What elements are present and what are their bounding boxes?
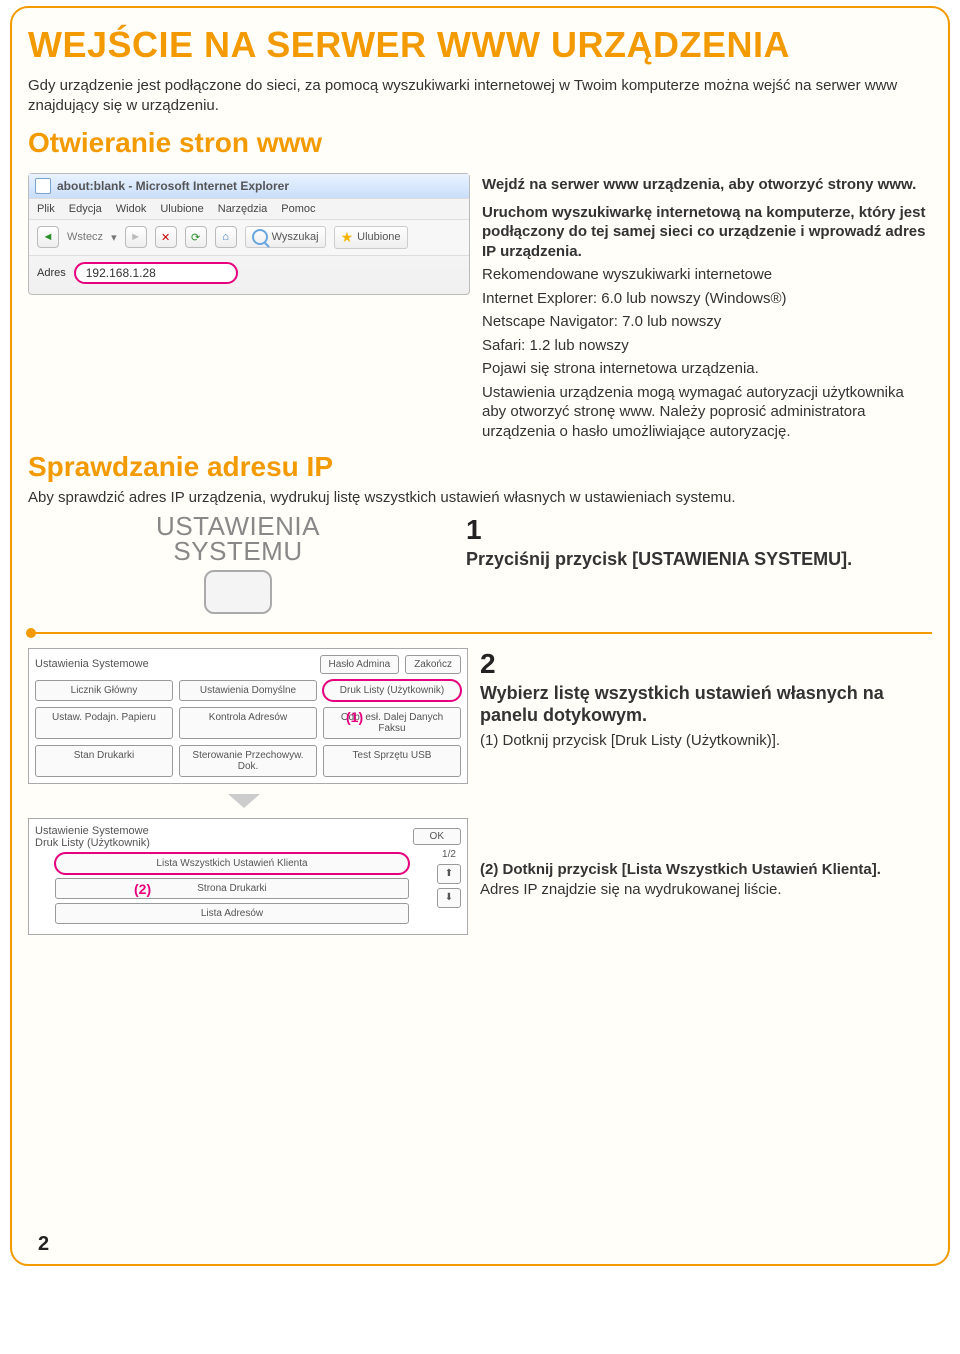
browser-menubar[interactable]: Plik Edycja Widok Ulubione Narzędzia Pom… <box>29 198 469 220</box>
forward-button[interactable]: ► <box>125 226 147 248</box>
menu-edit[interactable]: Edycja <box>69 203 102 215</box>
browser-title-text: about:blank - Microsoft Internet Explore… <box>57 179 289 193</box>
browser-screenshot: about:blank - Microsoft Internet Explore… <box>28 173 470 295</box>
search-chip[interactable]: Wyszukaj <box>245 226 326 248</box>
instr-step1-head: Uruchom wyszukiwarkę internetową na komp… <box>482 203 932 262</box>
browser-address-row: Adres 192.168.1.28 <box>29 256 469 294</box>
back-button[interactable]: ◄ <box>37 226 59 248</box>
cell-default-settings[interactable]: Ustawienia Domyślne <box>179 680 317 701</box>
system-settings-key: USTAWIENIA SYSTEMU <box>28 514 448 613</box>
check-intro-text: Aby sprawdzić adres IP urządzenia, wydru… <box>28 489 932 506</box>
callout-marker-1: (1) <box>346 710 363 725</box>
cell-address-control[interactable]: Kontrola Adresów <box>179 707 317 739</box>
refresh-button[interactable]: ⟳ <box>185 226 207 248</box>
back-dropdown-icon[interactable]: ▾ <box>111 231 117 244</box>
cell-main-counter[interactable]: Licznik Główny <box>35 680 173 701</box>
close-button[interactable]: Zakończ <box>405 655 461 674</box>
callout-marker-2: (2) <box>134 881 151 897</box>
back-label: Wstecz <box>67 231 103 243</box>
cell-printer-status[interactable]: Stan Drukarki <box>35 745 173 777</box>
menu-help[interactable]: Pomoc <box>281 203 315 215</box>
page-icon <box>35 178 51 194</box>
ok-button[interactable]: OK <box>413 828 461 845</box>
list-item-printer-page-label: Strona Drukarki <box>197 883 266 894</box>
search-icon <box>252 229 268 245</box>
intro-text: Gdy urządzenie jest podłączone do sieci,… <box>28 76 932 117</box>
list-item-all-settings[interactable]: Lista Wszystkich Ustawień Klienta <box>55 853 409 874</box>
pager-down-button[interactable]: ⬇ <box>437 888 461 908</box>
instructions-column: Wejdź na serwer www urządzenia, aby otwo… <box>482 165 932 446</box>
panel1-title: Ustawienia Systemowe <box>35 658 149 670</box>
step1-heading: Przyciśnij przycisk [USTAWIENIA SYSTEMU]… <box>466 548 932 571</box>
list-item-printer-page[interactable]: Strona Drukarki (2) <box>55 878 409 899</box>
favorites-label: Ulubione <box>357 231 400 243</box>
arrow-down-icon <box>228 794 260 808</box>
step2-number: 2 <box>480 648 932 680</box>
panel2-title: Ustawienie Systemowe <box>35 825 150 837</box>
step2-note: Adres IP znajdzie się na wydrukowanej li… <box>480 880 932 900</box>
page-frame: WEJŚCIE NA SERWER WWW URZĄDZENIA Gdy urz… <box>10 6 950 1266</box>
instr-reco-ie: Internet Explorer: 6.0 lub nowszy (Windo… <box>482 289 932 309</box>
cell-print-list-user-label: Druk Listy (Użytkownik) <box>326 685 458 696</box>
pager-page-indicator: 1/2 <box>442 849 456 860</box>
address-value[interactable]: 192.168.1.28 <box>74 262 238 284</box>
menu-view[interactable]: Widok <box>116 203 147 215</box>
instr-reco-netscape: Netscape Navigator: 7.0 lub nowszy <box>482 312 932 332</box>
cell-tray-settings[interactable]: Ustaw. Podajn. Papieru <box>35 707 173 739</box>
pager-up-button[interactable]: ⬆ <box>437 864 461 884</box>
instr-reco-head: Rekomendowane wyszukiwarki internetowe <box>482 265 932 285</box>
home-button[interactable]: ⌂ <box>215 226 237 248</box>
instr-auth-note: Ustawienia urządzenia mogą wymagać autor… <box>482 383 932 442</box>
touch-panel-screen-2: Ustawienie Systemowe Druk Listy (Użytkow… <box>28 818 468 935</box>
section-check-heading: Sprawdzanie adresu IP <box>28 451 932 483</box>
step2-substep2: (2) Dotknij przycisk [Lista Wszystkich U… <box>480 860 932 880</box>
admin-password-button[interactable]: Hasło Admina <box>320 655 400 674</box>
cell-fax-forward[interactable]: Odb. esł. Dalej Danych Faksu (1) <box>323 707 461 739</box>
list-item-address-list[interactable]: Lista Adresów <box>55 903 409 924</box>
cell-print-list-user[interactable]: Druk Listy (Użytkownik) <box>323 680 461 701</box>
panel2-subtitle: Druk Listy (Użytkownik) <box>35 837 150 849</box>
browser-titlebar: about:blank - Microsoft Internet Explore… <box>29 174 469 198</box>
panel2-pager: 1/2 ⬆ ⬇ <box>437 849 461 908</box>
step1-number: 1 <box>466 514 932 546</box>
page-number: 2 <box>38 1233 49 1256</box>
step2-substep1: (1) Dotknij przycisk [Druk Listy (Użytko… <box>480 731 932 751</box>
cell-usb-test[interactable]: Test Sprzętu USB <box>323 745 461 777</box>
address-label: Adres <box>37 267 66 279</box>
section-open-heading: Otwieranie stron www <box>28 127 932 159</box>
sys-label-line2: SYSTEMU <box>156 539 320 564</box>
list-item-all-settings-label: Lista Wszystkich Ustawień Klienta <box>156 858 307 869</box>
menu-favorites[interactable]: Ulubione <box>160 203 203 215</box>
page-title: WEJŚCIE NA SERWER WWW URZĄDZENIA <box>28 24 932 66</box>
browser-toolbar: ◄ Wstecz ▾ ► ✕ ⟳ ⌂ Wyszukaj ★ Ulubione <box>29 220 469 256</box>
search-label: Wyszukaj <box>272 231 319 243</box>
menu-tools[interactable]: Narzędzia <box>218 203 268 215</box>
favorites-chip[interactable]: ★ Ulubione <box>334 226 408 249</box>
instr-heading: Wejdź na serwer www urządzenia, aby otwo… <box>482 175 932 195</box>
touch-panel-screen-1: Ustawienia Systemowe Hasło Admina Zakońc… <box>28 648 468 784</box>
instr-reco-safari: Safari: 1.2 lub nowszy <box>482 336 932 356</box>
step2-heading: Wybierz listę wszystkich ustawień własny… <box>480 682 932 727</box>
cell-doc-filing-control[interactable]: Sterowanie Przechowyw. Dok. <box>179 745 317 777</box>
system-settings-button[interactable] <box>204 570 272 614</box>
menu-file[interactable]: Plik <box>37 203 55 215</box>
divider-rule <box>28 632 932 634</box>
star-icon: ★ <box>341 229 354 246</box>
stop-button[interactable]: ✕ <box>155 226 177 248</box>
instr-result: Pojawi się strona internetowa urządzenia… <box>482 359 932 379</box>
